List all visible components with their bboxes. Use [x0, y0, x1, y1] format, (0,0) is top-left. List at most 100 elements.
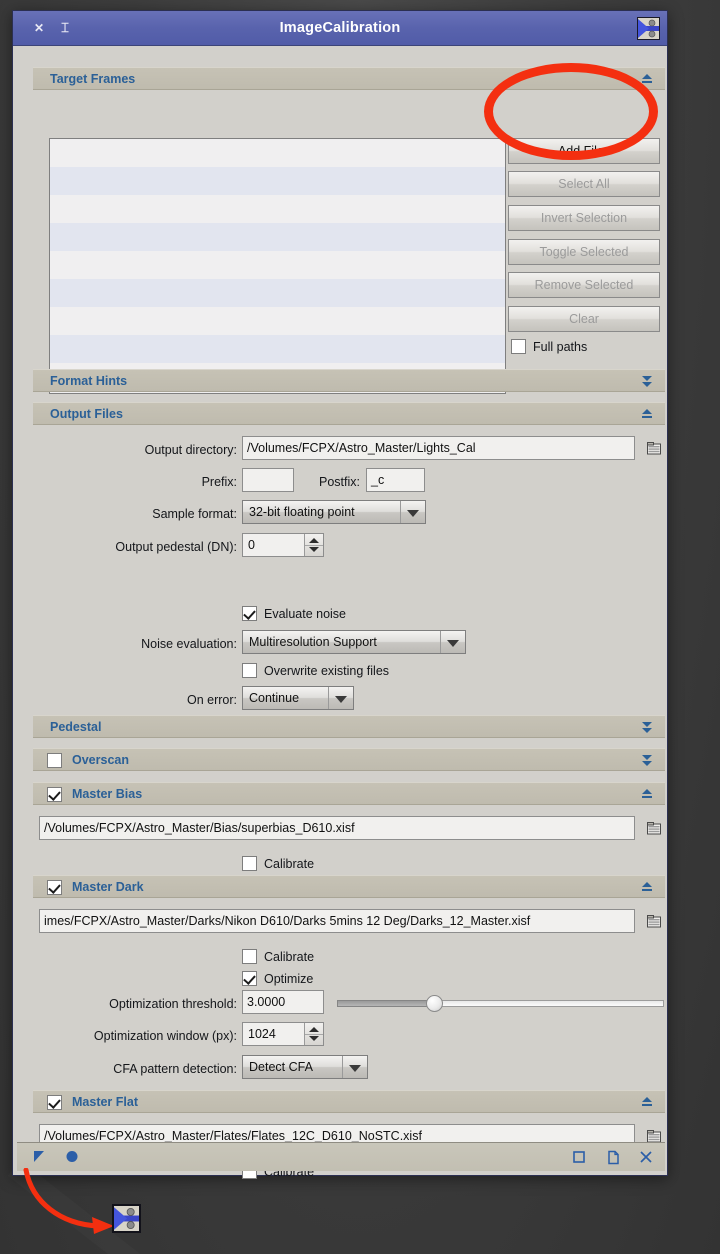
- list-item[interactable]: [50, 251, 505, 279]
- section-title-output-files: Output Files: [50, 407, 123, 421]
- bottom-toolbar: [17, 1142, 665, 1171]
- list-item[interactable]: [50, 307, 505, 335]
- sample-format-select[interactable]: 32-bit floating point: [242, 500, 426, 524]
- apply-global-circle-icon[interactable]: [65, 1150, 80, 1170]
- on-error-value: Continue: [249, 691, 300, 705]
- evaluate-noise-label: Evaluate noise: [264, 607, 347, 621]
- window-body: Target Frames Add Files Select All Inver…: [17, 50, 665, 1179]
- imagecalibration-window: ✕ ⌶ ImageCalibration Target Frames Add F…: [12, 10, 668, 1179]
- window-title: ImageCalibration: [279, 20, 401, 36]
- section-title-target-frames: Target Frames: [50, 72, 136, 86]
- invert-selection-button[interactable]: Invert Selection: [508, 205, 660, 231]
- section-title-master-dark: Master Dark: [72, 880, 144, 894]
- output-pedestal-stepper[interactable]: 0: [242, 533, 324, 557]
- output-directory-input[interactable]: /Volumes/FCPX/Astro_Master/Lights_Cal: [242, 436, 635, 460]
- overwrite-existing-checkbox[interactable]: [242, 663, 257, 678]
- master-dark-enable-checkbox[interactable]: [47, 879, 62, 895]
- master-dark-optimize-label: Optimize: [264, 972, 314, 986]
- expand-down-icon[interactable]: [641, 754, 653, 767]
- chevron-down-icon[interactable]: [342, 1056, 367, 1078]
- master-flat-enable-checkbox[interactable]: [47, 1094, 62, 1110]
- section-header-overscan[interactable]: Overscan: [33, 748, 665, 771]
- select-all-button[interactable]: Select All: [508, 171, 660, 197]
- master-dark-path-input[interactable]: imes/FCPX/Astro_Master/Darks/Nikon D610/…: [39, 909, 635, 933]
- section-header-format-hints[interactable]: Format Hints: [33, 369, 665, 392]
- apply-arrow-icon[interactable]: [32, 1150, 47, 1170]
- remove-selected-button[interactable]: Remove Selected: [508, 272, 660, 298]
- on-error-select[interactable]: Continue: [242, 686, 354, 710]
- output-directory-label: Output directory:: [144, 443, 237, 457]
- slider-knob[interactable]: [426, 995, 443, 1012]
- section-title-overscan: Overscan: [72, 753, 129, 767]
- list-item[interactable]: [50, 335, 505, 363]
- slider-track-empty: [441, 1000, 664, 1007]
- master-dark-calibrate-checkbox[interactable]: [242, 949, 257, 964]
- optimization-threshold-slider[interactable]: [337, 993, 664, 1014]
- list-item[interactable]: [50, 167, 505, 195]
- full-paths-label: Full paths: [533, 340, 588, 354]
- chevron-down-icon[interactable]: [440, 631, 465, 653]
- optimization-window-label: Optimization window (px):: [93, 1029, 237, 1043]
- folder-icon[interactable]: [647, 442, 661, 455]
- section-header-target-frames[interactable]: Target Frames: [33, 67, 665, 90]
- evaluate-noise-checkbox[interactable]: [242, 606, 257, 621]
- prefix-label: Prefix:: [201, 475, 237, 489]
- overscan-enable-checkbox[interactable]: [47, 752, 62, 768]
- section-title-format-hints: Format Hints: [50, 374, 128, 388]
- stepper-arrows-icon[interactable]: [304, 1023, 323, 1045]
- master-bias-enable-checkbox[interactable]: [47, 786, 62, 802]
- clear-button[interactable]: Clear: [508, 306, 660, 332]
- sample-format-label: Sample format:: [152, 507, 237, 521]
- list-item[interactable]: [50, 223, 505, 251]
- optimization-threshold-label: Optimization threshold:: [109, 997, 237, 1011]
- list-item[interactable]: [50, 139, 505, 167]
- imagecalibration-icon: [637, 17, 660, 40]
- expand-down-icon[interactable]: [641, 721, 653, 734]
- browse-documentation-icon[interactable]: [606, 1150, 621, 1170]
- section-header-pedestal[interactable]: Pedestal: [33, 715, 665, 738]
- master-bias-path-input[interactable]: /Volumes/FCPX/Astro_Master/Bias/superbia…: [39, 816, 635, 840]
- on-error-label: On error:: [186, 693, 237, 707]
- section-header-master-bias[interactable]: Master Bias: [33, 782, 665, 805]
- chevron-down-icon[interactable]: [400, 501, 425, 523]
- list-item[interactable]: [50, 279, 505, 307]
- collapse-up-icon[interactable]: [641, 73, 653, 86]
- optimization-threshold-input[interactable]: 3.0000: [242, 990, 324, 1014]
- target-frames-list[interactable]: [49, 138, 506, 394]
- collapse-up-icon[interactable]: [641, 788, 653, 801]
- full-paths-checkbox[interactable]: [511, 339, 526, 354]
- chevron-down-icon[interactable]: [328, 687, 353, 709]
- sample-format-value: 32-bit floating point: [249, 505, 355, 519]
- optimization-window-stepper[interactable]: 1024: [242, 1022, 324, 1046]
- noise-evaluation-value: Multiresolution Support: [249, 635, 377, 649]
- reset-icon[interactable]: [639, 1150, 654, 1170]
- window-titlebar[interactable]: ✕ ⌶ ImageCalibration: [13, 11, 667, 46]
- postfix-input[interactable]: _c: [366, 468, 425, 492]
- add-files-button[interactable]: Add Files: [508, 138, 660, 164]
- new-instance-square-icon[interactable]: [572, 1150, 587, 1170]
- section-title-master-flat: Master Flat: [72, 1095, 138, 1109]
- collapse-up-icon[interactable]: [641, 881, 653, 894]
- folder-icon[interactable]: [647, 822, 661, 835]
- noise-evaluation-select[interactable]: Multiresolution Support: [242, 630, 466, 654]
- master-bias-calibrate-checkbox[interactable]: [242, 856, 257, 871]
- section-header-output-files[interactable]: Output Files: [33, 402, 665, 425]
- collapse-up-icon[interactable]: [641, 1096, 653, 1109]
- section-header-master-flat[interactable]: Master Flat: [33, 1090, 665, 1113]
- section-header-master-dark[interactable]: Master Dark: [33, 875, 665, 898]
- output-pedestal-value: 0: [248, 538, 255, 552]
- desktop-streak: [683, 0, 720, 294]
- list-item[interactable]: [50, 195, 505, 223]
- master-dark-calibrate-label: Calibrate: [264, 950, 315, 964]
- folder-icon[interactable]: [647, 915, 661, 928]
- imagecalibration-dock-icon[interactable]: [112, 1204, 141, 1233]
- master-bias-calibrate-label: Calibrate: [264, 857, 315, 871]
- master-dark-optimize-checkbox[interactable]: [242, 971, 257, 986]
- cfa-pattern-detection-label: CFA pattern detection:: [113, 1062, 237, 1076]
- stepper-arrows-icon[interactable]: [304, 534, 323, 556]
- cfa-pattern-detection-select[interactable]: Detect CFA: [242, 1055, 368, 1079]
- section-title-master-bias: Master Bias: [72, 787, 143, 801]
- expand-down-icon[interactable]: [641, 375, 653, 388]
- toggle-selected-button[interactable]: Toggle Selected: [508, 239, 660, 265]
- collapse-up-icon[interactable]: [641, 408, 653, 421]
